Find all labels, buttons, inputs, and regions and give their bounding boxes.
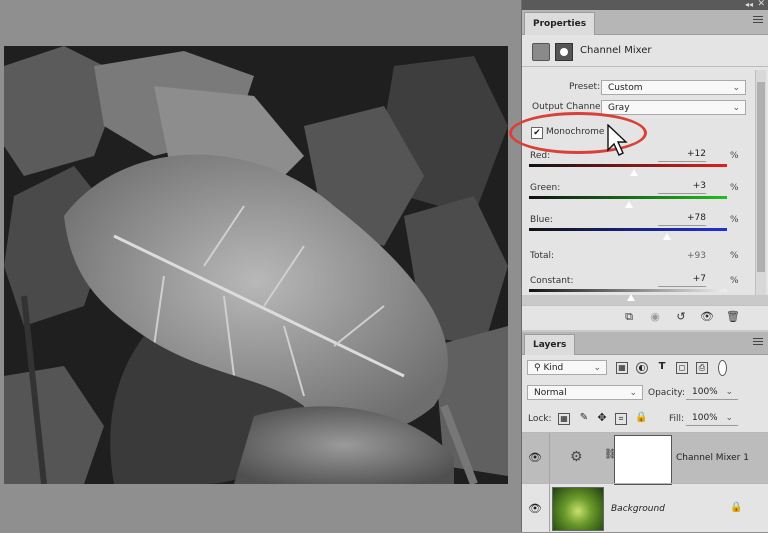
fill-value: 100% xyxy=(692,413,718,423)
blend-mode-value: Normal xyxy=(534,388,567,398)
lock-icon: 🔒 xyxy=(730,502,743,513)
eye-icon[interactable]: 👁 xyxy=(528,503,542,514)
pixel-filter-icon[interactable]: ▦ xyxy=(616,362,628,374)
grayscale-leaf-photo xyxy=(4,46,508,484)
total-label: Total: xyxy=(530,251,555,261)
preset-label: Preset: xyxy=(569,82,601,92)
layers-menu-icon[interactable] xyxy=(753,338,763,347)
properties-footer: ⧉ ◉ ↺ 👁 🗑 xyxy=(522,305,768,330)
collapse-icon[interactable]: ◂◂ xyxy=(745,0,753,9)
chevron-down-icon: ⌄ xyxy=(629,388,637,398)
properties-scrollbar[interactable] xyxy=(755,70,766,295)
blend-mode-dropdown[interactable]: Normal ⌄ xyxy=(527,385,643,400)
eye-icon[interactable]: 👁 xyxy=(528,452,542,463)
toggle-visibility-icon[interactable]: 👁 xyxy=(700,310,714,324)
green-slider-track[interactable] xyxy=(529,196,727,199)
lock-all-icon[interactable]: 🔒 xyxy=(635,413,647,425)
preset-value: Custom xyxy=(608,83,643,93)
blue-percent: % xyxy=(730,215,739,225)
adjustment-title: Channel Mixer xyxy=(580,45,652,56)
tab-properties[interactable]: Properties xyxy=(524,12,596,35)
lock-artboard-icon[interactable]: ⌗ xyxy=(615,413,627,425)
scrollbar-thumb[interactable] xyxy=(757,82,765,272)
delete-icon[interactable]: 🗑 xyxy=(726,310,740,324)
close-icon[interactable]: ✕ xyxy=(757,0,765,9)
shape-filter-icon[interactable]: ◻ xyxy=(676,362,688,374)
kind-label: Kind xyxy=(543,363,564,373)
chevron-down-icon: ⌄ xyxy=(732,103,740,113)
blue-slider-thumb[interactable] xyxy=(661,232,672,241)
red-label: Red: xyxy=(530,151,551,161)
layer-name[interactable]: Channel Mixer 1 xyxy=(676,453,749,463)
smart-object-filter-icon[interactable]: ⎙ xyxy=(696,362,708,374)
layer-mask-thumbnail[interactable] xyxy=(614,435,672,485)
lock-transparent-icon[interactable]: ▦ xyxy=(558,413,570,425)
constant-value-field[interactable]: +7 xyxy=(658,274,706,287)
red-percent: % xyxy=(730,151,739,161)
kind-filter-dropdown[interactable]: ⚲ Kind ⌄ xyxy=(527,360,607,375)
blue-value-field[interactable]: +78 xyxy=(658,213,706,226)
layer-mask-icon[interactable] xyxy=(555,43,573,61)
reset-icon[interactable]: ↺ xyxy=(674,310,688,324)
total-value: +93 xyxy=(687,251,706,261)
red-slider-thumb[interactable] xyxy=(628,168,639,177)
panel-top-strip: ◂◂ ✕ xyxy=(522,0,768,10)
chevron-down-icon: ⌄ xyxy=(725,413,733,423)
chevron-down-icon: ⌄ xyxy=(593,363,601,373)
opacity-field[interactable]: 100% ⌄ xyxy=(686,385,738,400)
tab-layers[interactable]: Layers xyxy=(524,334,576,355)
preset-dropdown[interactable]: Custom ⌄ xyxy=(601,80,746,95)
green-value-field[interactable]: +3 xyxy=(658,181,706,194)
layer-row-background[interactable]: 👁 Background 🔒 xyxy=(522,483,768,533)
view-previous-state-icon[interactable]: ◉ xyxy=(648,310,662,324)
document-canvas[interactable] xyxy=(0,0,520,532)
red-slider-track[interactable] xyxy=(529,164,727,167)
output-channel-dropdown[interactable]: Gray ⌄ xyxy=(601,100,746,115)
layer-name[interactable]: Background xyxy=(611,504,665,514)
properties-tabbar: Properties xyxy=(522,10,768,35)
output-channel-label: Output Channel: xyxy=(532,102,607,112)
layer-row-channel-mixer[interactable]: 👁 ⚙ ⛓ Channel Mixer 1 xyxy=(522,432,768,485)
red-value-field[interactable]: +12 xyxy=(658,149,706,162)
channel-mixer-layer-icon: ⚙ xyxy=(570,449,583,465)
lock-image-brush-icon[interactable]: ✎ xyxy=(578,413,590,425)
constant-percent: % xyxy=(730,276,739,286)
adjustment-filter-icon[interactable]: ◐ xyxy=(636,362,648,374)
opacity-value: 100% xyxy=(692,387,718,397)
opacity-label: Opacity: xyxy=(648,388,685,398)
chevron-down-icon: ⌄ xyxy=(732,83,740,93)
chevron-down-icon: ⌄ xyxy=(725,387,733,397)
mouse-cursor-icon xyxy=(607,124,628,156)
type-filter-icon[interactable]: T xyxy=(656,362,668,374)
fill-label: Fill: xyxy=(669,414,685,424)
right-panel-dock: ◂◂ ✕ Properties Channel Mixer Preset: Cu… xyxy=(521,0,768,533)
properties-panel: Channel Mixer Preset: Custom ⌄ Output Ch… xyxy=(522,35,768,302)
total-percent: % xyxy=(730,251,739,261)
properties-header: Channel Mixer xyxy=(522,35,768,67)
lock-label: Lock: xyxy=(528,414,552,424)
output-channel-value: Gray xyxy=(608,103,630,113)
filter-toggle-icon[interactable] xyxy=(718,360,727,376)
green-label: Green: xyxy=(530,183,561,193)
green-slider-thumb[interactable] xyxy=(624,200,635,209)
blue-slider-track[interactable] xyxy=(529,228,727,231)
channel-mixer-icon[interactable] xyxy=(532,43,550,61)
clip-to-layer-icon[interactable]: ⧉ xyxy=(622,310,636,324)
lock-position-icon[interactable]: ✥ xyxy=(596,412,608,425)
panel-menu-icon[interactable] xyxy=(753,16,763,25)
blue-label: Blue: xyxy=(530,215,553,225)
layers-panel: Layers ⚲ Kind ⌄ ▦ ◐ T ◻ ⎙ Normal ⌄ Opaci… xyxy=(522,332,768,533)
fill-field[interactable]: 100% ⌄ xyxy=(686,411,738,426)
green-percent: % xyxy=(730,183,739,193)
constant-label: Constant: xyxy=(530,276,574,286)
layers-tabbar: Layers xyxy=(522,332,768,355)
constant-slider-track[interactable] xyxy=(529,289,727,292)
background-thumbnail[interactable] xyxy=(552,487,604,531)
layer-filter-row: ⚲ Kind ⌄ ▦ ◐ T ◻ ⎙ xyxy=(522,359,768,379)
constant-slider-thumb[interactable] xyxy=(626,293,637,302)
